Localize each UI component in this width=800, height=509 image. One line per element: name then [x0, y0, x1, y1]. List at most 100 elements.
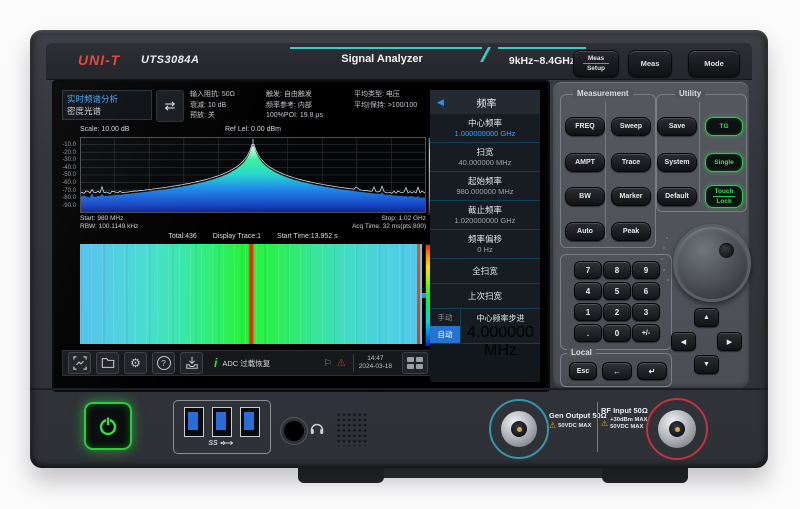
key-plus-minus[interactable]: +/-: [632, 324, 660, 342]
key-7[interactable]: 7: [574, 261, 602, 279]
meas-label: Meas: [641, 59, 660, 68]
menu-item-span[interactable]: 扫宽 40.000000 MHz: [430, 143, 540, 172]
enter-icon: ↵: [649, 367, 656, 376]
menu-item-freq-offset[interactable]: 频率偏移 0 Hz: [430, 230, 540, 259]
arrow-up-button[interactable]: ▲: [694, 308, 719, 327]
gen-warning-text: 50VDC MAX: [558, 423, 591, 430]
y-tick: -70.0: [62, 188, 76, 194]
arrow-down-button[interactable]: ▼: [694, 355, 719, 374]
key-6-label: 6: [644, 287, 648, 296]
key-8[interactable]: 8: [603, 261, 631, 279]
gen-output-connector[interactable]: [489, 399, 549, 459]
setting-impedance: 输入阻抗: 50Ω: [190, 90, 235, 101]
key-8-label: 8: [615, 266, 619, 275]
key-6[interactable]: 6: [632, 282, 660, 300]
enter-button[interactable]: ↵: [637, 362, 667, 380]
peak-label: Peak: [623, 228, 639, 235]
key-9[interactable]: 9: [632, 261, 660, 279]
rotary-knob[interactable]: [673, 224, 751, 302]
tg-button[interactable]: TG: [705, 117, 743, 136]
auto-button[interactable]: Auto: [565, 222, 605, 241]
toggle-auto[interactable]: 自动: [430, 326, 460, 343]
rf-warning-text-1: +30dBm MAX: [610, 417, 647, 424]
mode-tab[interactable]: 实时频谱分析 密度光谱: [62, 90, 152, 120]
gen-warning-icon: ⚠: [549, 422, 556, 430]
trace-button[interactable]: Trace: [611, 153, 651, 172]
usb-port-3[interactable]: [240, 407, 260, 437]
system-button[interactable]: System: [657, 153, 697, 172]
manual-auto-toggle[interactable]: 手动 自动: [430, 309, 461, 343]
soft-menu: ◀ 频率 中心频率 1.000000000 GHz 扫宽 40.000000 M…: [430, 90, 540, 382]
meas-setup-button[interactable]: Meas Setup: [573, 50, 619, 77]
touch-lock-button[interactable]: Touch Lock: [705, 185, 743, 208]
menu-item-full-span[interactable]: 全扫宽: [430, 259, 540, 284]
usb-port-2[interactable]: [212, 407, 232, 437]
gear-icon[interactable]: ⚙: [124, 352, 147, 374]
power-button[interactable]: [84, 402, 132, 450]
key-3[interactable]: 3: [632, 303, 660, 321]
headphone-jack[interactable]: [281, 418, 307, 444]
menu-item-last-span[interactable]: 上次扫宽: [430, 284, 540, 309]
key-1[interactable]: 1: [574, 303, 602, 321]
menu-item-cf-step[interactable]: 手动 自动 中心频率步进 4.000000 MHz: [430, 309, 540, 344]
knob-dimple: [719, 243, 734, 258]
folder-icon[interactable]: [96, 352, 119, 374]
time-value: 14:47: [359, 355, 392, 363]
instrument-body: UNI-T UTS3084A Signal Analyzer 9kHz~8.4G…: [30, 30, 768, 468]
ss-text: SS: [208, 440, 217, 447]
screenshot-icon[interactable]: [68, 352, 91, 374]
single-button[interactable]: Single: [705, 153, 743, 172]
sweep-button[interactable]: Sweep: [611, 117, 651, 136]
control-panel: Measurement Utility FREQ AMPT BW Auto Sw…: [553, 82, 749, 388]
mode-button[interactable]: Mode: [688, 50, 740, 77]
group-divider: [699, 102, 700, 202]
menu-item-stop-freq[interactable]: 截止频率 1.020000000 GHz: [430, 201, 540, 230]
photo-background: UNI-T UTS3084A Signal Analyzer 9kHz~8.4G…: [0, 0, 800, 509]
meas-button[interactable]: Meas: [628, 50, 672, 77]
key-4-label: 4: [586, 287, 590, 296]
ampt-button[interactable]: AMPT: [565, 153, 605, 172]
key-4[interactable]: 4: [574, 282, 602, 300]
mode-label: Mode: [704, 59, 724, 68]
menu-item-center-freq[interactable]: 中心频率 1.000000000 GHz: [430, 114, 540, 143]
usb-port-1[interactable]: [184, 407, 204, 437]
setting-attenuation: 衰减: 10 dB: [190, 101, 235, 112]
menu-title: 频率: [451, 95, 522, 110]
key-5-label: 5: [615, 287, 619, 296]
key-dot[interactable]: .: [574, 324, 602, 342]
knob-dots: [666, 237, 668, 239]
help-icon[interactable]: ?: [152, 352, 175, 374]
bw-button[interactable]: BW: [565, 187, 605, 206]
backspace-button[interactable]: ←: [602, 362, 632, 380]
arrow-left-button[interactable]: ◀: [671, 332, 696, 351]
freq-button[interactable]: FREQ: [565, 117, 605, 136]
settings-column-input: 输入阻抗: 50Ω 衰减: 10 dB 预放: 关: [190, 90, 235, 122]
toggle-manual[interactable]: 手动: [430, 309, 460, 326]
peak-button[interactable]: Peak: [611, 222, 651, 241]
key-3-label: 3: [644, 308, 648, 317]
menu-item-start-freq[interactable]: 起始频率 980.000000 MHz: [430, 172, 540, 201]
arrow-up-icon: ▲: [703, 314, 710, 321]
y-tick: -30.0: [62, 157, 76, 163]
top-bezel: UNI-T UTS3084A Signal Analyzer 9kHz~8.4G…: [46, 43, 752, 80]
key-0[interactable]: 0: [603, 324, 631, 342]
rf-input-connector[interactable]: [646, 398, 708, 460]
arrow-right-button[interactable]: ▶: [717, 332, 742, 351]
key-2[interactable]: 2: [603, 303, 631, 321]
y-tick: -20.0: [62, 150, 76, 156]
menu-item-value: 40.000000 MHz: [432, 158, 538, 168]
save-button[interactable]: Save: [657, 117, 697, 136]
single-label: Single: [714, 159, 734, 166]
export-icon[interactable]: [180, 352, 203, 374]
connectivity-icons: [402, 352, 428, 374]
sweep-label: Sweep: [620, 123, 642, 130]
brand-logo: UNI-T: [78, 52, 120, 68]
swap-icon[interactable]: ⇄: [156, 90, 184, 122]
meas-setup-line2: Setup: [583, 63, 609, 72]
menu-header-frequency[interactable]: ◀ 频率: [430, 90, 540, 114]
marker-button[interactable]: Marker: [611, 187, 651, 206]
esc-button[interactable]: Esc: [569, 362, 597, 380]
key-2-label: 2: [615, 308, 619, 317]
key-5[interactable]: 5: [603, 282, 631, 300]
default-button[interactable]: Default: [657, 187, 697, 206]
